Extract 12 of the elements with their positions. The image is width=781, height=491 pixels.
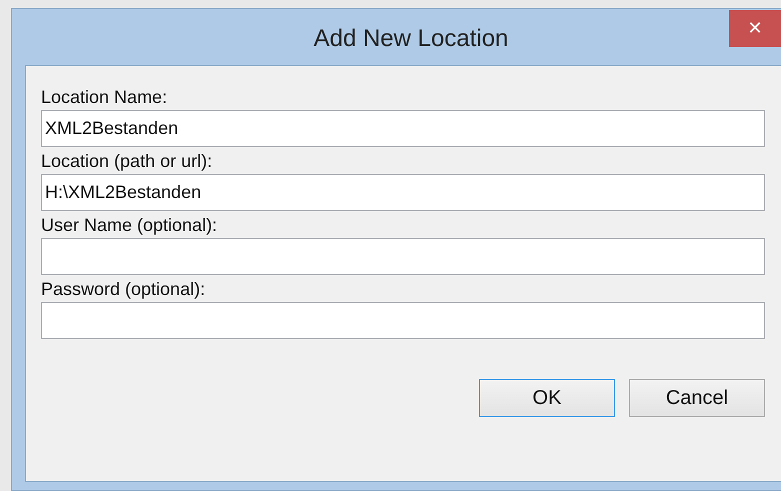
- field-label: Password (optional):: [41, 278, 206, 301]
- text-field[interactable]: [41, 238, 765, 275]
- window-title: Add New Location: [312, 24, 508, 54]
- field-label: User Name (optional):: [41, 214, 218, 237]
- field-label: Location (path or url):: [41, 150, 214, 173]
- text-field[interactable]: [41, 302, 765, 339]
- close-button[interactable]: ✕: [729, 10, 781, 47]
- dialog-button[interactable]: OK: [479, 379, 615, 417]
- text-field[interactable]: XML2Bestanden: [41, 110, 765, 147]
- field-label: Location Name:: [41, 86, 168, 109]
- dialog-button[interactable]: Cancel: [629, 379, 765, 417]
- text-field[interactable]: H:\XML2Bestanden: [41, 174, 765, 211]
